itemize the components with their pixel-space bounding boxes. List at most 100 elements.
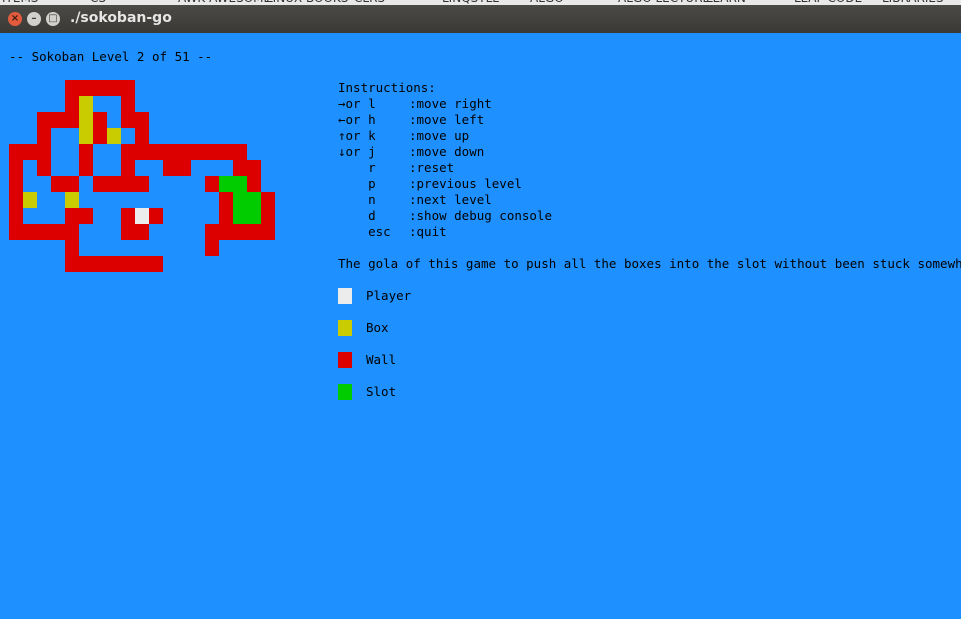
wall-tile bbox=[135, 128, 149, 144]
wall-tile bbox=[9, 160, 23, 176]
wall-tile bbox=[65, 240, 79, 256]
wall-tile bbox=[79, 208, 93, 224]
slot-tile bbox=[247, 192, 261, 208]
wall-tile bbox=[219, 208, 233, 224]
wall-tile bbox=[37, 112, 51, 128]
wall-tile bbox=[9, 144, 23, 160]
wall-tile bbox=[51, 176, 65, 192]
instruction-row: p:previous level bbox=[338, 176, 552, 192]
legend-label: Slot bbox=[366, 384, 397, 399]
wall-tile bbox=[65, 208, 79, 224]
instruction-key: ←or h bbox=[338, 112, 376, 127]
wall-tile bbox=[205, 224, 219, 240]
instruction-row: →or l :move right bbox=[338, 96, 552, 112]
instructions-title: Instructions: bbox=[338, 80, 436, 95]
wall-tile bbox=[205, 176, 219, 192]
minimize-icon: – bbox=[31, 13, 37, 24]
wall-tile bbox=[93, 256, 107, 272]
wall-tile bbox=[65, 96, 79, 112]
instruction-description: :move down bbox=[409, 144, 485, 159]
instruction-key: ↑or k bbox=[338, 128, 376, 143]
terminal[interactable]: -- Sokoban Level 2 of 51 -- Instructions… bbox=[0, 33, 961, 619]
instruction-key: r bbox=[338, 160, 376, 175]
close-icon: × bbox=[10, 13, 20, 24]
wall-tile bbox=[261, 192, 275, 208]
instruction-row: r:reset bbox=[338, 160, 552, 176]
wall-tile bbox=[163, 160, 177, 176]
wall-tile bbox=[191, 144, 205, 160]
instruction-key: p bbox=[338, 176, 376, 191]
wall-tile bbox=[93, 80, 107, 96]
wall-tile bbox=[65, 224, 79, 240]
wall-tile bbox=[93, 176, 107, 192]
wall-tile bbox=[51, 224, 65, 240]
wall-tile bbox=[121, 80, 135, 96]
wall-tile bbox=[121, 224, 135, 240]
instruction-key: →or l bbox=[338, 96, 376, 111]
wall-tile bbox=[107, 80, 121, 96]
wall-tile bbox=[23, 144, 37, 160]
instruction-description: :next level bbox=[409, 192, 492, 207]
legend-swatch bbox=[338, 320, 352, 336]
wall-tile bbox=[65, 112, 79, 128]
close-button[interactable]: × bbox=[8, 12, 22, 26]
legend-swatch bbox=[338, 288, 352, 304]
instruction-key: n bbox=[338, 192, 376, 207]
box-tile bbox=[107, 128, 121, 144]
wall-tile bbox=[79, 160, 93, 176]
maximize-button[interactable]: □ bbox=[46, 12, 60, 26]
wall-tile bbox=[51, 112, 65, 128]
player-tile bbox=[135, 208, 149, 224]
wall-tile bbox=[149, 208, 163, 224]
instruction-description: :move up bbox=[409, 128, 470, 143]
wall-tile bbox=[23, 224, 37, 240]
wall-tile bbox=[37, 224, 51, 240]
wall-tile bbox=[107, 176, 121, 192]
wall-tile bbox=[149, 144, 163, 160]
wall-tile bbox=[247, 176, 261, 192]
box-tile bbox=[79, 96, 93, 112]
instruction-description: :move right bbox=[409, 96, 492, 111]
wall-tile bbox=[121, 96, 135, 112]
wall-tile bbox=[205, 240, 219, 256]
wall-tile bbox=[65, 80, 79, 96]
wall-tile bbox=[149, 256, 163, 272]
legend-label: Box bbox=[366, 320, 389, 335]
slot-tile bbox=[233, 208, 247, 224]
minimize-button[interactable]: – bbox=[27, 12, 41, 26]
wall-tile bbox=[9, 224, 23, 240]
level-header: -- Sokoban Level 2 of 51 -- bbox=[9, 49, 213, 64]
wall-tile bbox=[9, 192, 23, 208]
wall-tile bbox=[121, 208, 135, 224]
maximize-icon: □ bbox=[48, 13, 58, 24]
wall-tile bbox=[135, 176, 149, 192]
wall-tile bbox=[163, 144, 177, 160]
wall-tile bbox=[177, 144, 191, 160]
wall-tile bbox=[37, 160, 51, 176]
wall-tile bbox=[79, 256, 93, 272]
wall-tile bbox=[247, 224, 261, 240]
wall-tile bbox=[93, 128, 107, 144]
wall-tile bbox=[107, 256, 121, 272]
goal-text: The gola of this game to push all the bo… bbox=[338, 256, 961, 271]
wall-tile bbox=[65, 256, 79, 272]
wall-tile bbox=[9, 208, 23, 224]
slot-tile bbox=[247, 208, 261, 224]
box-tile bbox=[23, 192, 37, 208]
instruction-row: ↑or k :move up bbox=[338, 128, 552, 144]
wall-tile bbox=[135, 144, 149, 160]
instruction-row: d:show debug console bbox=[338, 208, 552, 224]
wall-tile bbox=[93, 112, 107, 128]
wall-tile bbox=[177, 160, 191, 176]
wall-tile bbox=[233, 224, 247, 240]
slot-tile bbox=[219, 176, 233, 192]
box-tile bbox=[79, 128, 93, 144]
instructions: Instructions: →or l :move right ←or h :move… bbox=[338, 80, 552, 240]
wall-tile bbox=[233, 144, 247, 160]
wall-tile bbox=[65, 176, 79, 192]
legend-label: Player bbox=[366, 288, 412, 303]
instruction-key: esc bbox=[338, 224, 391, 239]
instruction-row: esc:quit bbox=[338, 224, 552, 240]
wall-tile bbox=[233, 160, 247, 176]
instruction-row: n :next level bbox=[338, 192, 552, 208]
